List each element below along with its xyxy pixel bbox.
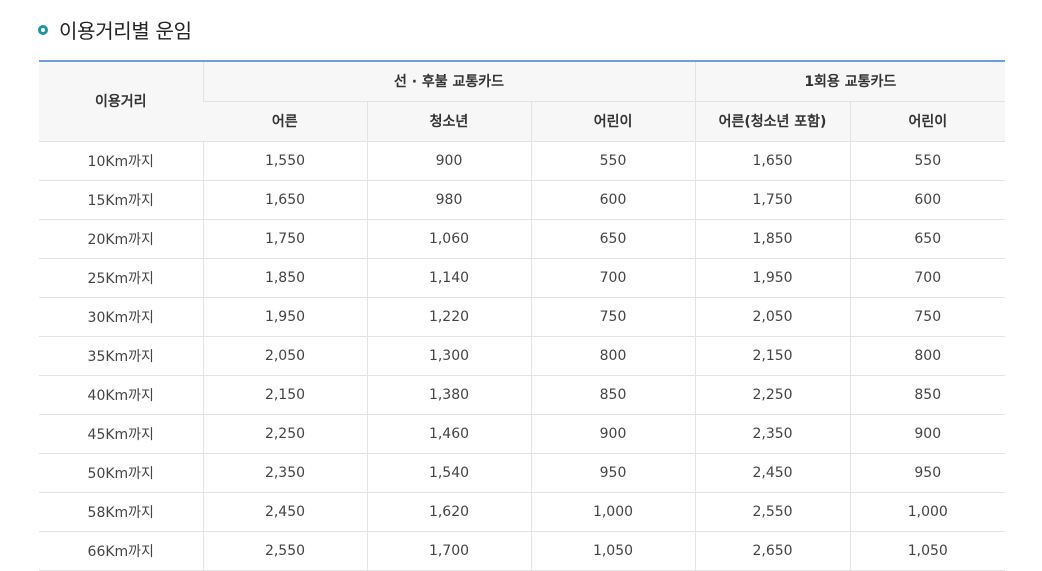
cell-single-child: 900: [849, 414, 1006, 454]
cell-prepaid-adult: 2,150: [202, 375, 367, 415]
cell-distance: 50Km까지: [39, 453, 203, 493]
cell-distance: 10Km까지: [39, 141, 203, 181]
cell-prepaid-adult: 2,450: [202, 492, 367, 532]
cell-prepaid-youth: 1,620: [366, 492, 531, 532]
fare-table-body: 10Km까지 1,550 900 550 1,650 550 15Km까지 1,650 980 6…: [39, 141, 1006, 571]
cell-distance: 45Km까지: [39, 414, 203, 454]
cell-prepaid-adult: 2,550: [202, 531, 367, 571]
cell-prepaid-adult: 2,350: [202, 453, 367, 493]
cell-distance: 66Km까지: [39, 531, 203, 571]
bullet-ring-icon: [38, 25, 48, 35]
cell-prepaid-youth: 1,380: [366, 375, 531, 415]
table-row: 45Km까지 2,250 1,460 900 2,350 900: [39, 414, 1006, 454]
cell-prepaid-child: 850: [530, 375, 696, 415]
cell-prepaid-child: 750: [530, 297, 696, 337]
header-single-child: 어린이: [849, 101, 1006, 142]
cell-prepaid-child: 1,000: [530, 492, 696, 532]
cell-distance: 58Km까지: [39, 492, 203, 532]
cell-single-adult: 2,450: [694, 453, 851, 493]
cell-single-adult: 1,850: [694, 219, 851, 259]
header-row-groups: 이용거리 선 · 후불 교통카드 1회용 교통카드: [39, 61, 1006, 142]
cell-prepaid-adult: 2,250: [202, 414, 367, 454]
cell-prepaid-youth: 980: [366, 180, 531, 220]
cell-single-adult: 2,350: [694, 414, 851, 454]
header-distance: 이용거리: [39, 61, 203, 142]
cell-prepaid-child: 700: [530, 258, 696, 298]
cell-single-adult: 2,650: [694, 531, 851, 571]
cell-distance: 35Km까지: [39, 336, 203, 376]
header-prepaid-adult: 어른: [203, 101, 367, 142]
cell-prepaid-child: 550: [530, 141, 696, 181]
cell-single-child: 950: [849, 453, 1006, 493]
cell-single-adult: 2,150: [694, 336, 851, 376]
cell-prepaid-adult: 1,950: [202, 297, 367, 337]
cell-single-adult: 1,750: [694, 180, 851, 220]
cell-prepaid-youth: 1,540: [366, 453, 531, 493]
cell-prepaid-youth: 900: [366, 141, 531, 181]
cell-prepaid-child: 1,050: [530, 531, 696, 571]
cell-prepaid-adult: 2,050: [202, 336, 367, 376]
cell-prepaid-youth: 1,140: [366, 258, 531, 298]
cell-distance: 15Km까지: [39, 180, 203, 220]
cell-distance: 30Km까지: [39, 297, 203, 337]
cell-distance: 40Km까지: [39, 375, 203, 415]
cell-single-child: 600: [849, 180, 1006, 220]
cell-single-child: 1,050: [849, 531, 1006, 571]
cell-prepaid-youth: 1,460: [366, 414, 531, 454]
cell-prepaid-adult: 1,850: [202, 258, 367, 298]
cell-single-child: 550: [849, 141, 1006, 181]
cell-distance: 20Km까지: [39, 219, 203, 259]
table-row: 35Km까지 2,050 1,300 800 2,150 800: [39, 336, 1006, 376]
cell-single-adult: 1,950: [694, 258, 851, 298]
cell-prepaid-youth: 1,060: [366, 219, 531, 259]
table-row: 58Km까지 2,450 1,620 1,000 2,550 1,000: [39, 492, 1006, 532]
cell-prepaid-youth: 1,300: [366, 336, 531, 376]
cell-single-adult: 2,250: [694, 375, 851, 415]
cell-prepaid-child: 600: [530, 180, 696, 220]
cell-prepaid-child: 800: [530, 336, 696, 376]
cell-prepaid-adult: 1,550: [202, 141, 367, 181]
section-header: 이용거리별 운임: [38, 14, 192, 44]
table-row: 25Km까지 1,850 1,140 700 1,950 700: [39, 258, 1006, 298]
cell-single-child: 850: [849, 375, 1006, 415]
cell-prepaid-youth: 1,700: [366, 531, 531, 571]
cell-single-adult: 2,050: [694, 297, 851, 337]
header-group-single: 1회용 교통카드: [694, 61, 1006, 102]
fare-table: 이용거리 선 · 후불 교통카드 1회용 교통카드 어른 청소년 어린이 어른(…: [39, 60, 1006, 571]
cell-distance: 25Km까지: [39, 258, 203, 298]
cell-single-child: 650: [849, 219, 1006, 259]
table-row: 66Km까지 2,550 1,700 1,050 2,650 1,050: [39, 531, 1006, 571]
header-prepaid-youth: 청소년: [366, 101, 531, 142]
header-group-prepaid: 선 · 후불 교통카드: [202, 61, 696, 102]
cell-prepaid-child: 950: [530, 453, 696, 493]
cell-prepaid-adult: 1,750: [202, 219, 367, 259]
table-row: 50Km까지 2,350 1,540 950 2,450 950: [39, 453, 1006, 493]
section-title: 이용거리별 운임: [59, 18, 192, 43]
cell-single-child: 750: [849, 297, 1006, 337]
cell-prepaid-child: 650: [530, 219, 696, 259]
header-prepaid-child: 어린이: [530, 101, 696, 142]
cell-prepaid-youth: 1,220: [366, 297, 531, 337]
cell-single-child: 700: [849, 258, 1006, 298]
cell-single-adult: 2,550: [694, 492, 851, 532]
cell-prepaid-child: 900: [530, 414, 696, 454]
cell-prepaid-adult: 1,650: [202, 180, 367, 220]
table-row: 10Km까지 1,550 900 550 1,650 550: [39, 141, 1006, 181]
cell-single-child: 1,000: [849, 492, 1006, 532]
table-row: 30Km까지 1,950 1,220 750 2,050 750: [39, 297, 1006, 337]
cell-single-child: 800: [849, 336, 1006, 376]
fare-table-head: 이용거리 선 · 후불 교통카드 1회용 교통카드 어른 청소년 어린이 어른(…: [39, 61, 1006, 142]
table-row: 15Km까지 1,650 980 600 1,750 600: [39, 180, 1006, 220]
table-row: 20Km까지 1,750 1,060 650 1,850 650: [39, 219, 1006, 259]
table-row: 40Km까지 2,150 1,380 850 2,250 850: [39, 375, 1006, 415]
cell-single-adult: 1,650: [694, 141, 851, 181]
header-single-adult: 어른(청소년 포함): [694, 101, 851, 142]
